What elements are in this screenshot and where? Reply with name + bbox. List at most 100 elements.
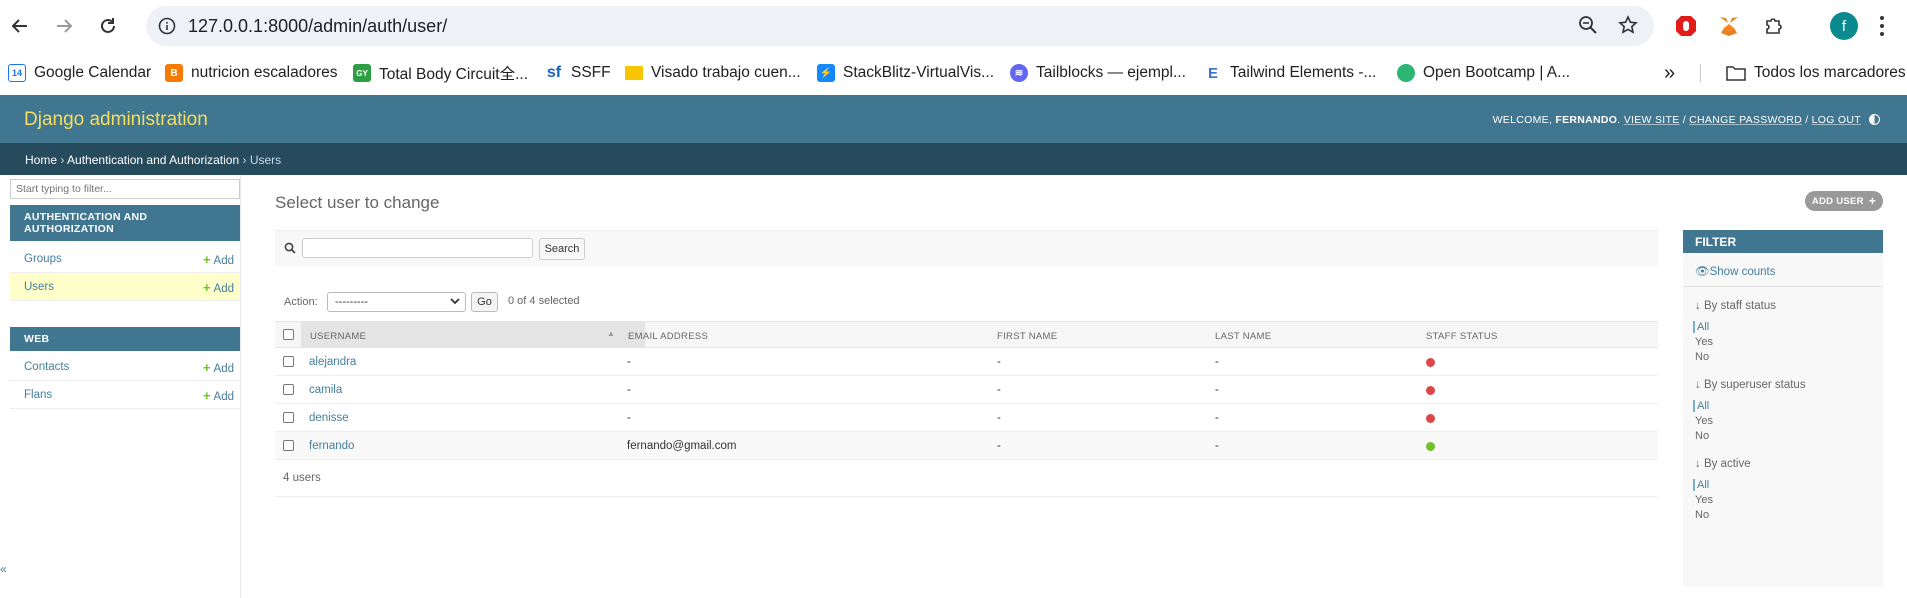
select-all-checkbox[interactable] <box>283 329 294 340</box>
bookmark-tailwind-elements[interactable]: E Tailwind Elements -... <box>1204 62 1376 84</box>
tailblocks-icon: ≋ <box>1010 64 1028 82</box>
breadcrumb-app[interactable]: Authentication and Authorization <box>67 153 239 167</box>
filter-divider <box>1683 286 1883 287</box>
sidebar-item-contacts: Contacts + Add <box>10 353 240 381</box>
plus-icon: + <box>1868 194 1877 208</box>
forward-button[interactable] <box>48 10 80 42</box>
add-user-link[interactable]: + Add <box>203 280 234 295</box>
view-site-link[interactable]: VIEW SITE <box>1624 114 1680 126</box>
more-bookmarks-button[interactable]: » <box>1664 62 1675 84</box>
paginator: 4 users <box>275 467 1658 497</box>
bookmark-star-icon[interactable] <box>1618 15 1638 40</box>
site-info-icon[interactable] <box>154 13 180 39</box>
column-header-staff-status[interactable]: STAFF STATUS <box>1426 331 1498 342</box>
reload-button[interactable] <box>92 10 124 42</box>
add-contact-link[interactable]: + Add <box>203 360 234 375</box>
breadcrumb: Home › Authentication and Authorization … <box>0 143 1907 175</box>
add-flan-link[interactable]: + Add <box>203 388 234 403</box>
first-name-cell: - <box>997 440 1001 452</box>
reload-icon <box>101 18 115 33</box>
browser-menu-icon[interactable] <box>1878 14 1886 38</box>
filter-superuser-yes[interactable]: Yes <box>1695 415 1713 427</box>
filter-staff-all[interactable]: All <box>1693 321 1709 333</box>
column-header-email[interactable]: EMAIL ADDRESS <box>628 331 708 342</box>
filter-heading-staff-status[interactable]: ↓ By staff status <box>1695 300 1776 312</box>
eye-icon: 👁 <box>1695 266 1710 278</box>
change-password-link[interactable]: CHANGE PASSWORD <box>1689 114 1802 126</box>
filter-heading-superuser-status[interactable]: ↓ By superuser status <box>1695 379 1806 391</box>
bookmark-visado[interactable]: Visado trabajo cuen... <box>625 62 801 84</box>
site-branding[interactable]: Django administration <box>24 109 208 131</box>
sort-ascending-icon[interactable]: ▲ <box>607 329 615 338</box>
sidebar-item-users-link[interactable]: Users <box>24 281 54 293</box>
nav-filter-input[interactable] <box>10 179 240 199</box>
filter-active-all[interactable]: All <box>1693 479 1709 491</box>
back-button[interactable] <box>4 10 36 42</box>
toggle-nav-sidebar-button[interactable]: « <box>0 562 7 576</box>
bookmark-stackblitz[interactable]: ⚡ StackBlitz-VirtualVis... <box>817 62 994 84</box>
yes-icon <box>1426 442 1435 451</box>
bookmark-nutricion[interactable]: B nutricion escaladores <box>165 62 337 84</box>
filter-heading-active[interactable]: ↓ By active <box>1695 458 1751 470</box>
last-name-cell: - <box>1215 440 1219 452</box>
url-text[interactable]: 127.0.0.1:8000/admin/auth/user/ <box>188 16 447 37</box>
go-button[interactable]: Go <box>471 292 498 312</box>
breadcrumb-home[interactable]: Home <box>25 153 57 167</box>
module-caption-auth[interactable]: AUTHENTICATION AND AUTHORIZATION <box>10 205 240 241</box>
row-checkbox[interactable] <box>283 412 294 423</box>
log-out-link[interactable]: LOG OUT <box>1812 114 1861 126</box>
ssff-icon: sf <box>545 64 563 82</box>
action-label: Action: <box>284 296 318 308</box>
filter-staff-yes[interactable]: Yes <box>1695 336 1713 348</box>
filter-active-no[interactable]: No <box>1695 509 1709 521</box>
extensions-puzzle-icon[interactable] <box>1760 12 1788 40</box>
search-button[interactable]: Search <box>539 238 585 260</box>
bookmark-total-body[interactable]: GY Total Body Circuit全... <box>353 62 528 84</box>
add-user-button[interactable]: ADD USER + <box>1805 191 1883 211</box>
sidebar-item-groups-link[interactable]: Groups <box>24 253 62 265</box>
sidebar-item-contacts-link[interactable]: Contacts <box>24 361 69 373</box>
all-bookmarks-folder[interactable]: Todos los marcadores <box>1726 62 1906 84</box>
user-tools: WELCOME, FERNANDO. VIEW SITE / CHANGE PA… <box>1492 114 1861 126</box>
add-group-link[interactable]: + Add <box>203 252 234 267</box>
sidebar-item-groups: Groups + Add <box>10 245 240 273</box>
sidebar-item-flans-link[interactable]: Flans <box>24 389 52 401</box>
email-cell: - <box>627 356 631 368</box>
breadcrumb-current: Users <box>249 153 282 167</box>
filter-superuser-no[interactable]: No <box>1695 430 1709 442</box>
column-header-username[interactable]: USERNAME <box>310 331 366 342</box>
bookmark-open-bootcamp[interactable]: Open Bootcamp | A... <box>1397 62 1570 84</box>
row-checkbox[interactable] <box>283 356 294 367</box>
row-checkbox[interactable] <box>283 440 294 451</box>
filter-active-yes[interactable]: Yes <box>1695 494 1713 506</box>
profile-avatar[interactable]: f <box>1830 12 1858 40</box>
bookmarks-divider <box>1700 64 1701 82</box>
username-link[interactable]: denisse <box>309 412 349 424</box>
bookmark-tailblocks[interactable]: ≋ Tailblocks — ejempl... <box>1010 62 1186 84</box>
first-name-cell: - <box>997 384 1001 396</box>
theme-toggle-icon[interactable] <box>1869 114 1880 125</box>
column-header-first-name[interactable]: FIRST NAME <box>997 331 1057 342</box>
action-select[interactable]: --------- <box>327 292 466 312</box>
username-link[interactable]: alejandra <box>309 356 356 368</box>
address-bar[interactable]: 127.0.0.1:8000/admin/auth/user/ <box>146 6 1654 46</box>
search-input[interactable] <box>302 238 533 258</box>
sidebar-item-users: Users + Add <box>10 273 240 301</box>
selection-counter: 0 of 4 selected <box>508 295 580 307</box>
column-header-last-name[interactable]: LAST NAME <box>1215 331 1271 342</box>
flag-icon <box>625 66 643 80</box>
filter-staff-no[interactable]: No <box>1695 351 1709 363</box>
changelist-search: Search <box>275 230 1658 266</box>
actions-bar: Action: --------- Go 0 of 4 selected <box>275 290 875 314</box>
username-link[interactable]: fernando <box>309 440 354 452</box>
metamask-extension-icon[interactable] <box>1715 12 1743 40</box>
row-checkbox[interactable] <box>283 384 294 395</box>
show-counts-link[interactable]: 👁Show counts <box>1695 264 1775 278</box>
username-link[interactable]: camila <box>309 384 342 396</box>
bookmark-google-calendar[interactable]: 14 Google Calendar <box>8 62 151 84</box>
zoom-icon[interactable] <box>1578 15 1598 40</box>
module-caption-web[interactable]: WEB <box>10 327 240 351</box>
bookmark-ssff[interactable]: sf SSFF <box>545 62 611 84</box>
adblock-extension-icon[interactable] <box>1672 12 1700 40</box>
filter-superuser-all[interactable]: All <box>1693 400 1709 412</box>
